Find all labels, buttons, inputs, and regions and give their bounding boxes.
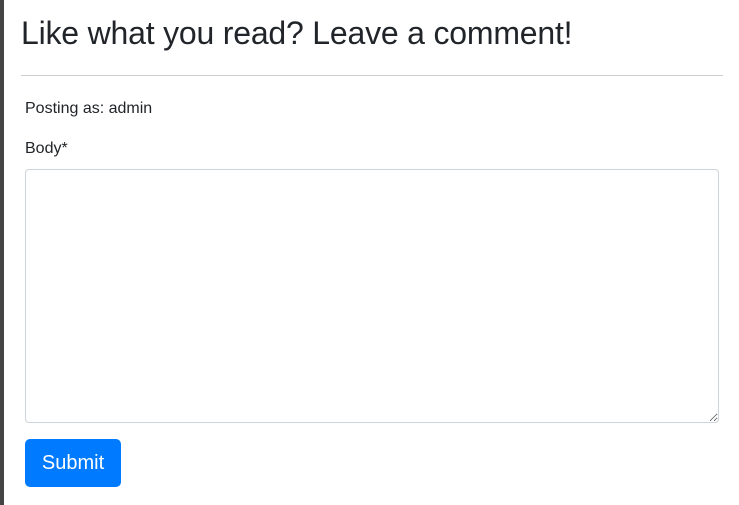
- comment-section: Like what you read? Leave a comment! Pos…: [0, 0, 739, 505]
- body-label: Body*: [25, 140, 68, 157]
- comment-heading: Like what you read? Leave a comment!: [21, 15, 573, 51]
- posting-as-text: Posting as: admin: [25, 100, 153, 117]
- comment-body-textarea[interactable]: [25, 169, 719, 423]
- left-border-rule: [0, 0, 4, 505]
- submit-button[interactable]: Submit: [25, 439, 121, 487]
- heading-divider: [21, 75, 723, 76]
